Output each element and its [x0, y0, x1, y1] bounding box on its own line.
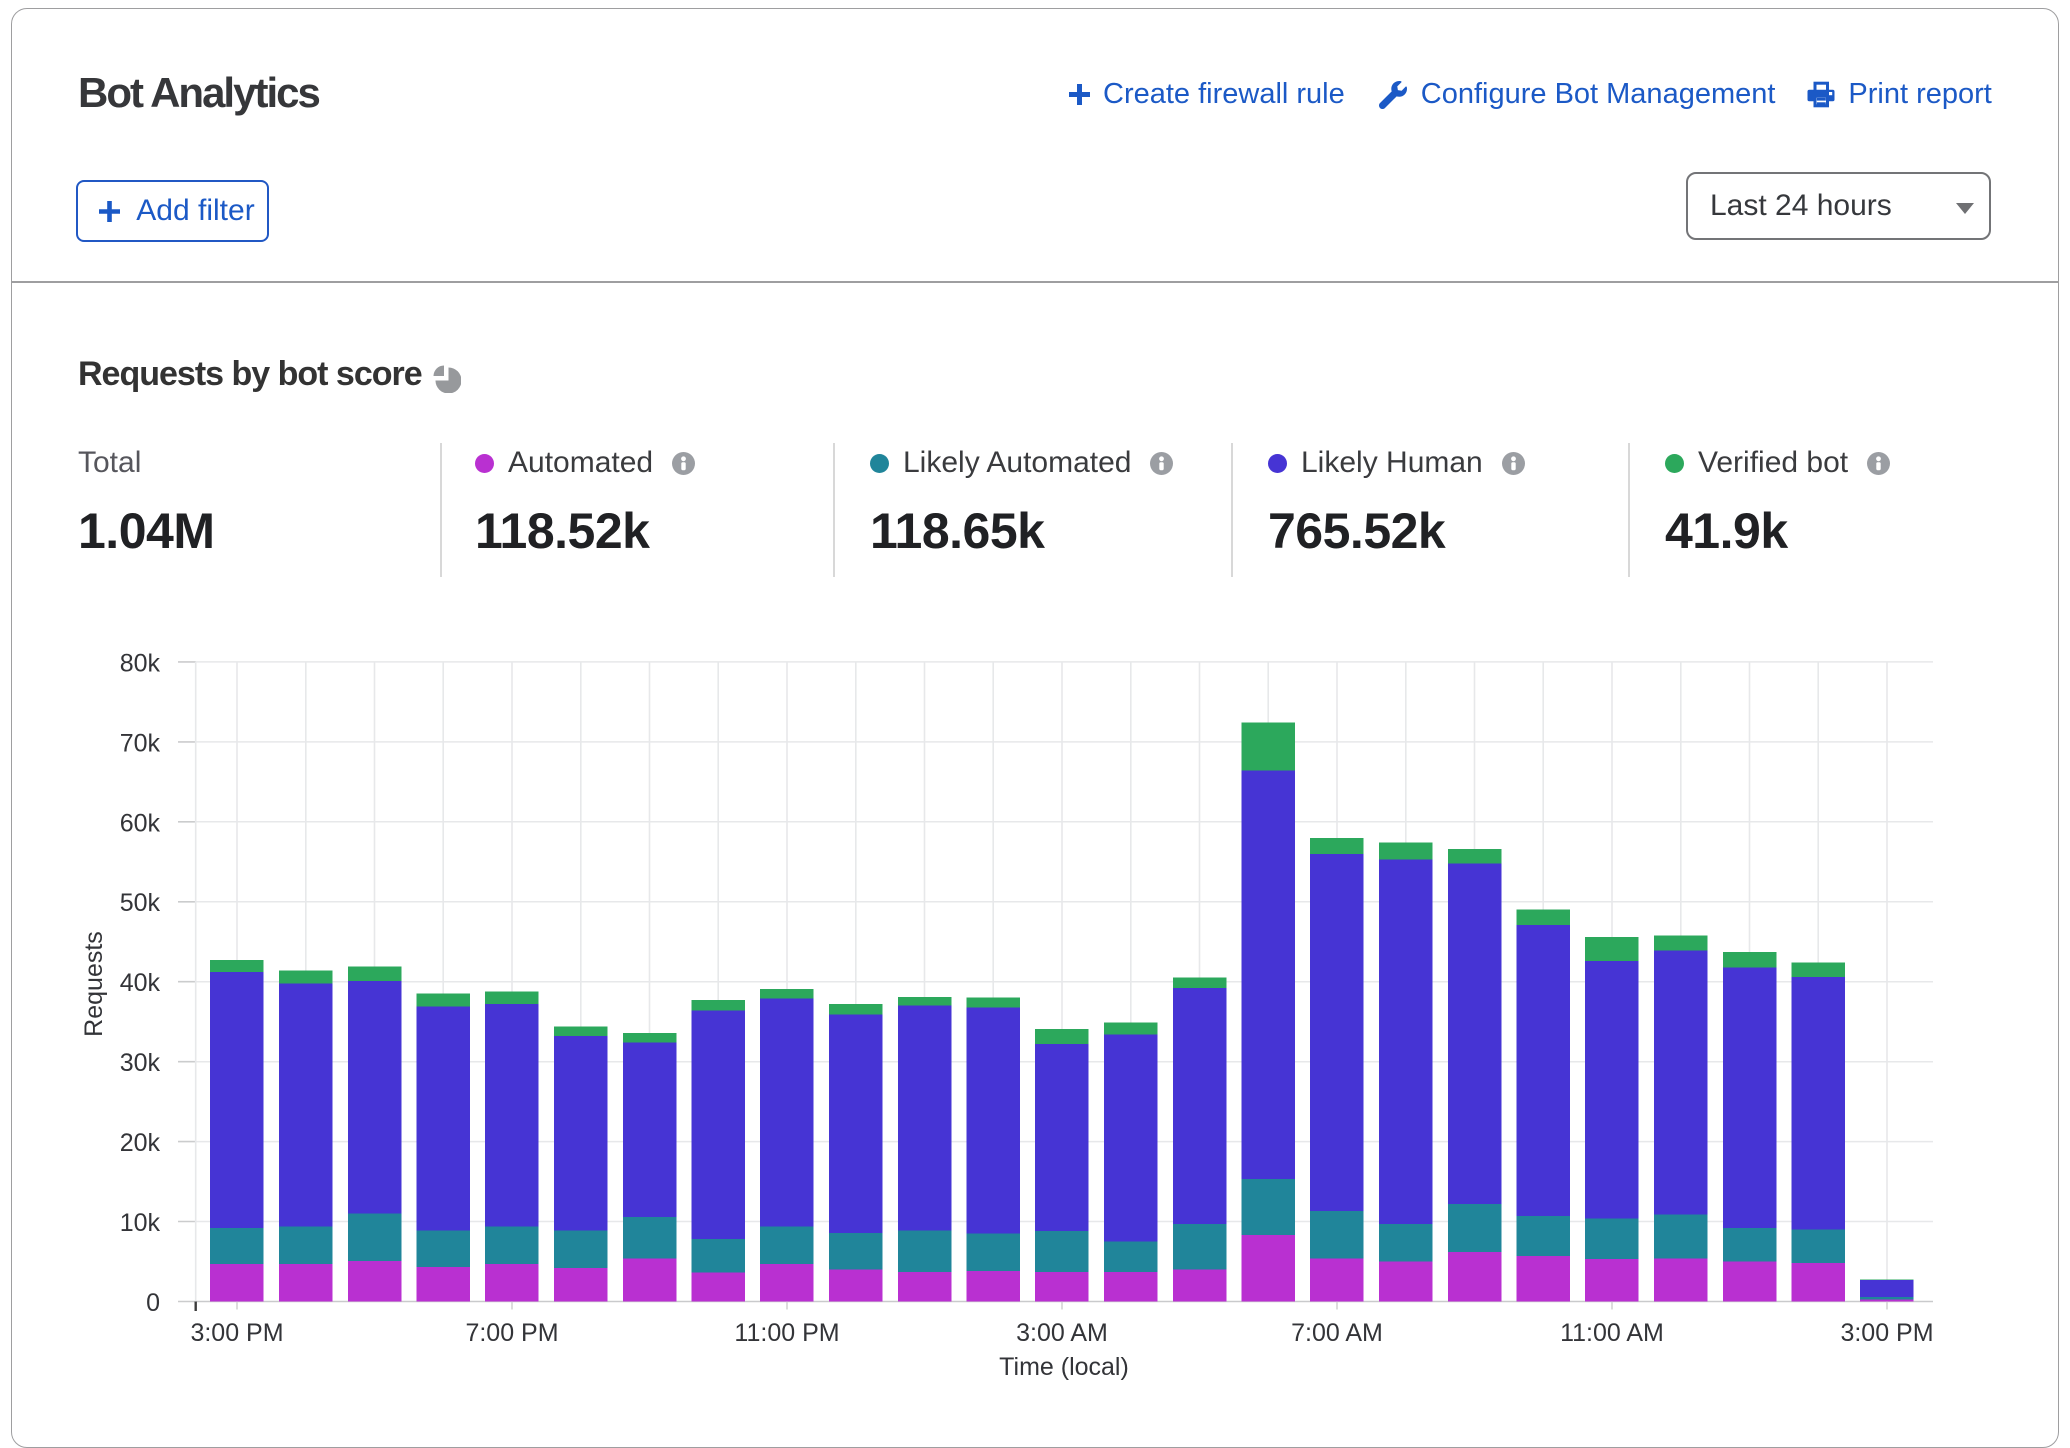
svg-text:70k: 70k [120, 729, 161, 757]
svg-text:3:00 AM: 3:00 AM [1016, 1319, 1108, 1347]
svg-text:60k: 60k [120, 809, 161, 837]
svg-text:30k: 30k [120, 1049, 161, 1077]
svg-text:20k: 20k [120, 1129, 161, 1157]
svg-text:7:00 PM: 7:00 PM [465, 1319, 558, 1347]
svg-text:Requests: Requests [80, 931, 108, 1037]
svg-text:3:00 PM: 3:00 PM [190, 1319, 283, 1347]
svg-text:Time (local): Time (local) [999, 1353, 1129, 1381]
svg-text:40k: 40k [120, 969, 161, 997]
svg-text:10k: 10k [120, 1209, 161, 1237]
svg-text:3:00 PM: 3:00 PM [1840, 1319, 1933, 1347]
svg-text:11:00 AM: 11:00 AM [1560, 1319, 1664, 1347]
svg-text:7:00 AM: 7:00 AM [1291, 1319, 1383, 1347]
svg-text:0: 0 [146, 1289, 160, 1317]
svg-text:11:00 PM: 11:00 PM [734, 1319, 839, 1347]
svg-text:80k: 80k [120, 649, 161, 677]
svg-text:50k: 50k [120, 889, 161, 917]
